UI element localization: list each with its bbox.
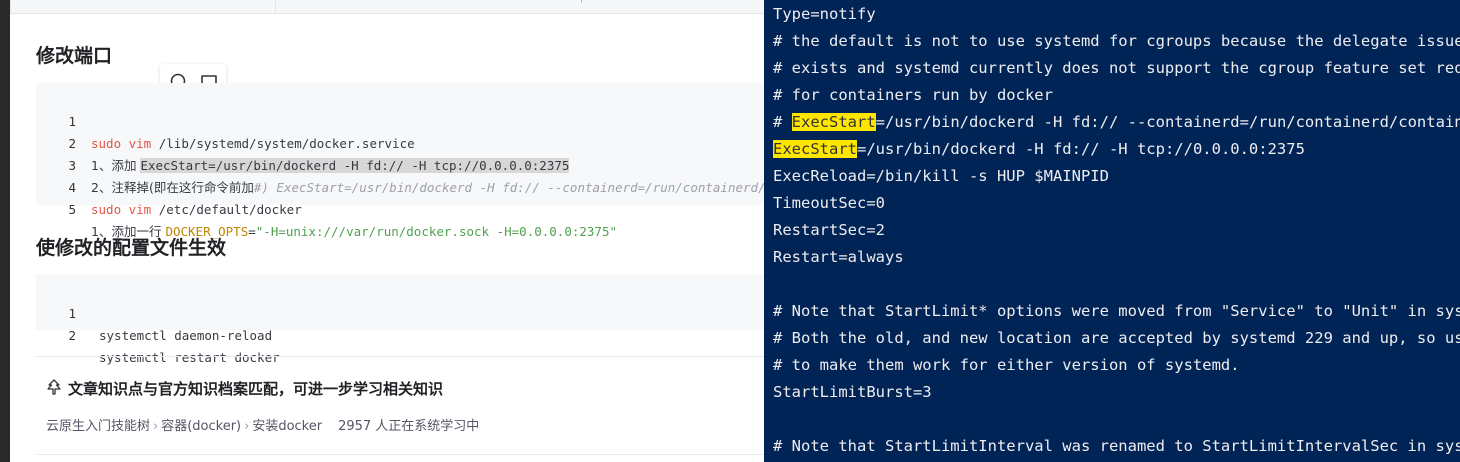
terminal-line: ExecReload=/bin/kill -s HUP $MAINPID	[773, 167, 1109, 185]
terminal-line: RestartSec=2	[773, 221, 885, 239]
terminal-line: # to make them work for either version o…	[773, 356, 1240, 374]
terminal-line: # Note that StartLimit* options were mov…	[773, 302, 1460, 320]
breadcrumb: 云原生入门技能树 › 容器(docker) › 安装docker 2957 人正在系统学习…	[46, 415, 479, 434]
divider	[36, 454, 764, 455]
code-operator: =	[248, 224, 256, 239]
code-block-port: 1 sudo vim /lib/systemd/system/docker.se…	[36, 83, 764, 239]
terminal-line-active-execstart: ExecStart=/usr/bin/dockerd -H fd:// -H t…	[773, 136, 1305, 163]
code-line: 1 sudo vim /lib/systemd/system/docker.se…	[36, 89, 764, 151]
article-panel: 修改端口 1 sudo vim /lib/systemd/system/dock…	[10, 0, 764, 462]
knowledge-tree-icon	[47, 379, 61, 395]
code-line: 3 2、注释掉(即在这行命令前加#) ExecStart=/usr/bin/do…	[36, 133, 764, 195]
knowledge-title-text: 文章知识点与官方知识档案匹配，可进一步学习相关知识	[68, 380, 444, 398]
terminal-line: # Both the old, and new location are acc…	[773, 329, 1460, 347]
table-cell-mark	[581, 0, 588, 3]
terminal-line: # Note that StartLimitInterval was renam…	[773, 437, 1460, 455]
terminal-line-commented-execstart: # ExecStart=/usr/bin/dockerd -H fd:// --…	[773, 109, 1460, 136]
terminal-window[interactable]: Type=notify # the default is not to use …	[764, 0, 1460, 462]
learner-count: 2957 人正在系统学习中	[338, 419, 480, 434]
section-heading-apply-config: 使修改的配置文件生效	[36, 237, 227, 259]
breadcrumb-separator: ›	[153, 419, 159, 434]
breadcrumb-item-container[interactable]: 容器(docker)	[161, 419, 241, 434]
divider	[36, 356, 764, 357]
terminal-text: =/usr/bin/dockerd -H fd:// --containerd=…	[875, 113, 1460, 131]
code-line: 4 sudo vim /etc/default/docker	[36, 155, 764, 217]
breadcrumb-item-cloud-native[interactable]: 云原生入门技能树	[46, 419, 150, 434]
code-line: 1 systemctl daemon-reload	[36, 281, 764, 343]
breadcrumb-item-install-docker[interactable]: 安装docker	[252, 419, 322, 434]
code-text: /etc/default/docker	[151, 202, 302, 217]
terminal-line: # the default is not to use systemd for …	[773, 32, 1460, 50]
terminal-line: # exists and systemd currently does not …	[773, 59, 1460, 77]
code-block-reload: 1 systemctl daemon-reload 2 systemctl re…	[36, 274, 764, 365]
left-window-edge	[0, 0, 10, 462]
code-text: systemctl daemon-reload	[99, 328, 273, 343]
terminal-line: # for containers run by docker	[773, 86, 1053, 104]
table-row	[10, 0, 764, 14]
line-number: 5	[68, 202, 76, 217]
terminal-line: Restart=always	[773, 248, 904, 266]
code-string: "-H=unix:///var/run/docker.sock -H=0.0.0…	[255, 224, 617, 239]
terminal-line: Type=notify	[773, 5, 876, 23]
section-heading-modify-port: 修改端口	[36, 45, 113, 67]
terminal-text: =/usr/bin/dockerd -H fd:// -H tcp://0.0.…	[857, 140, 1305, 158]
search-highlight: ExecStart	[773, 140, 857, 158]
breadcrumb-separator: ›	[244, 419, 250, 434]
code-line: 5 1、添加一行 DOCKER_OPTS="-H=unix:///var/run…	[36, 177, 764, 239]
code-keyword: sudo vim	[91, 202, 152, 217]
code-line: 2 1、添加 ExecStart=/usr/bin/dockerd -H fd:…	[36, 111, 764, 173]
code-text: systemctl restart docker	[99, 350, 280, 365]
terminal-line: StartLimitBurst=3	[773, 383, 932, 401]
line-number: 2	[68, 328, 76, 343]
search-highlight: ExecStart	[791, 113, 876, 131]
table-cell-divider	[275, 0, 276, 13]
comment-prefix: #	[773, 113, 792, 131]
terminal-line: TimeoutSec=0	[773, 194, 885, 212]
code-line: 2 systemctl restart docker	[36, 303, 764, 365]
